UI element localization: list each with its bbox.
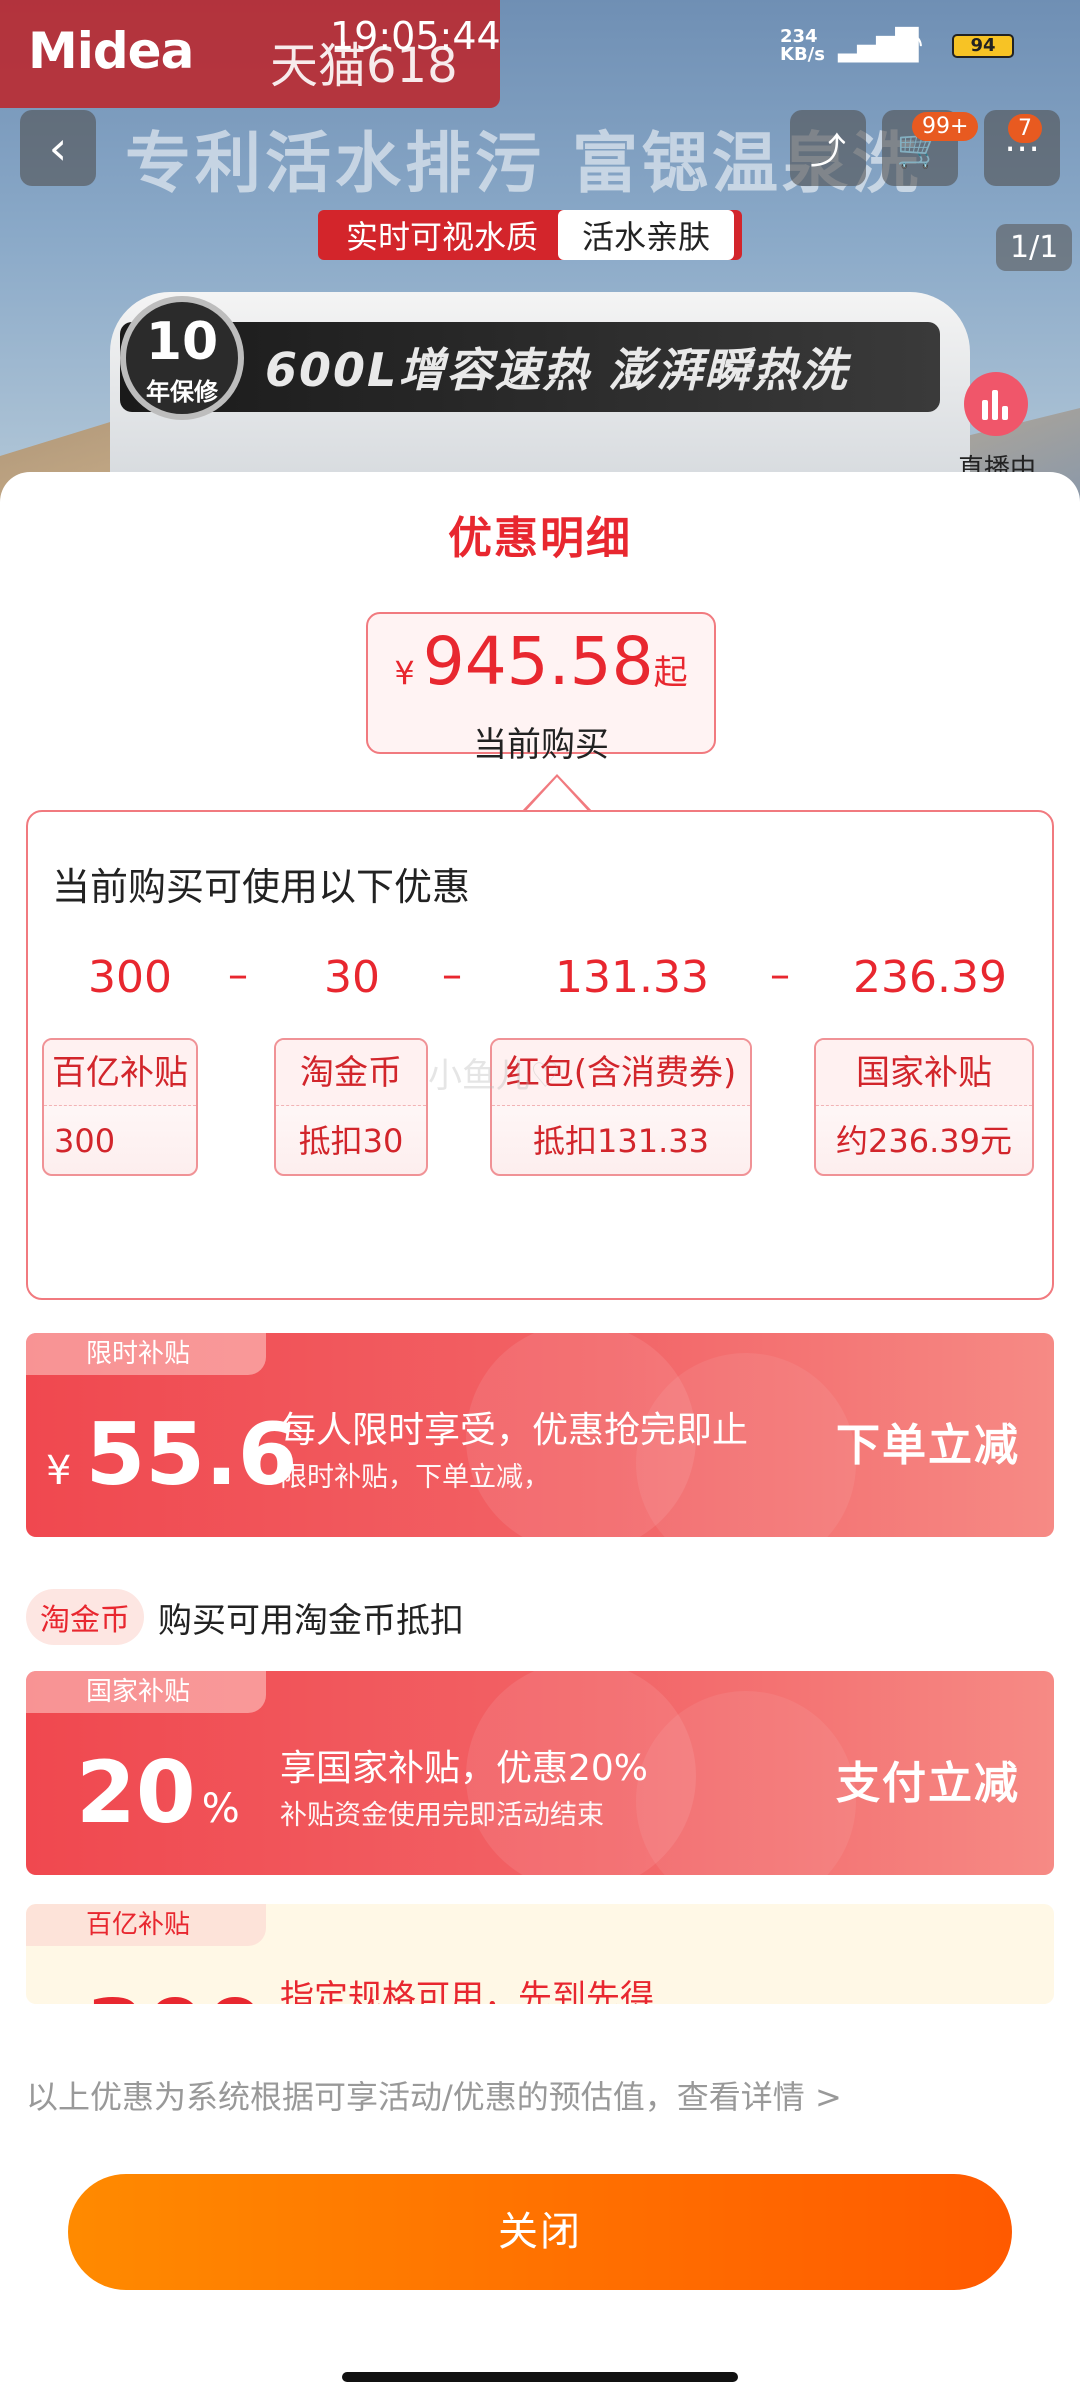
close-button[interactable]: 关闭	[68, 2174, 1012, 2290]
chip-billion-subsidy: 百亿补贴 300	[42, 1038, 198, 1176]
promo-tag: 国家补贴	[26, 1671, 266, 1713]
promo-subdescription: 限时补贴，下单立减，	[280, 1462, 550, 1493]
current-price: ¥945.58起	[394, 623, 688, 700]
wifi-icon: ◠	[894, 24, 924, 64]
promo-percent: 20%	[76, 1743, 240, 1843]
promo-action: 支付立减	[836, 1758, 1020, 1809]
chip-national-subsidy: 国家补贴 约236.39元	[814, 1038, 1034, 1176]
warranty-label: 年保修	[146, 378, 218, 406]
promo-description: 享国家补贴，优惠20%	[280, 1748, 649, 1789]
breakdown-value-billion: 300	[88, 952, 172, 1003]
discount-breakdown: 当前购买可使用以下优惠 300 – 30 – 131.33 – 236.39 百…	[26, 810, 1054, 1300]
breakdown-pointer	[521, 774, 593, 813]
view-details-link[interactable]: 以上优惠为系统根据可享活动/优惠的预估值，查看详情 >	[26, 2072, 842, 2118]
warranty-years: 10	[145, 312, 219, 372]
promo-description: 指定规格可用，先到先得	[280, 1978, 654, 2004]
banner-tag-left: 实时可视水质	[346, 218, 539, 256]
battery-icon: 94	[952, 34, 1014, 58]
banner-tag: 实时可视水质 活水亲肤	[318, 210, 743, 260]
minus-sign: –	[228, 952, 248, 998]
watermark: 小鱼儿♡	[428, 1056, 561, 1096]
clock: 19:05:44	[330, 14, 501, 58]
home-indicator[interactable]	[342, 2372, 738, 2382]
promo-tag: 限时补贴	[26, 1333, 266, 1375]
breakdown-value-redpacket: 131.33	[555, 952, 709, 1003]
promo-limited-subsidy[interactable]: 限时补贴 ¥55.6 每人限时享受，优惠抢完即止 限时补贴，下单立减， 下单立减	[26, 1333, 1054, 1537]
discount-detail-sheet: 优惠明细 ¥945.58起 当前购买 当前购买可使用以下优惠 300 – 30 …	[0, 472, 1080, 2400]
promo-description: 每人限时享受，优惠抢完即止	[280, 1410, 749, 1451]
minus-sign: –	[442, 952, 462, 998]
brand-logo: Midea	[28, 22, 194, 80]
promo-national-subsidy[interactable]: 国家补贴 20% 享国家补贴，优惠20% 补贴资金使用完即活动结束 支付立减	[26, 1671, 1054, 1875]
back-button[interactable]: ‹	[20, 110, 96, 186]
promo-amount: ¥55.6	[46, 1405, 298, 1505]
message-badge: 7	[1008, 114, 1042, 143]
current-price-caption: 当前购买	[473, 725, 609, 765]
share-icon[interactable]: ⤴	[790, 110, 866, 186]
status-bar: Midea 天猫618 19:05:44 234 KB/s ▂▄▆█ ◠ 94	[0, 0, 1080, 108]
promo-action: 下单立减	[836, 1420, 1020, 1471]
sheet-title: 优惠明细	[448, 513, 632, 564]
promo-billion-subsidy[interactable]: 百亿补贴 ¥300 指定规格可用，先到先得	[26, 1904, 1054, 2004]
warranty-badge: 10 年保修	[120, 296, 244, 420]
banner-tag-right: 活水亲肤	[558, 210, 735, 260]
breakdown-value-national: 236.39	[853, 952, 1007, 1003]
promo-subdescription: 补贴资金使用完即活动结束	[280, 1800, 604, 1831]
promo-tag: 百亿补贴	[26, 1904, 266, 1946]
current-price-box: ¥945.58起 当前购买	[366, 612, 716, 765]
network-speed: 234 KB/s	[780, 26, 825, 65]
taojinbi-row: 淘金币 购买可用淘金币抵扣	[26, 1589, 464, 1645]
promo-amount: ¥300	[46, 1984, 265, 2004]
breakdown-value-coin: 30	[324, 952, 380, 1003]
taojinbi-text: 购买可用淘金币抵扣	[158, 1600, 464, 1641]
chip-taojinbi: 淘金币 抵扣30	[274, 1038, 428, 1176]
page-indicator: 1/1	[996, 224, 1073, 271]
cart-badge: 99+	[912, 112, 979, 141]
live-icon[interactable]	[964, 372, 1028, 436]
taojinbi-tag: 淘金币	[26, 1589, 144, 1645]
minus-sign: –	[770, 952, 790, 998]
breakdown-title: 当前购买可使用以下优惠	[52, 865, 471, 909]
